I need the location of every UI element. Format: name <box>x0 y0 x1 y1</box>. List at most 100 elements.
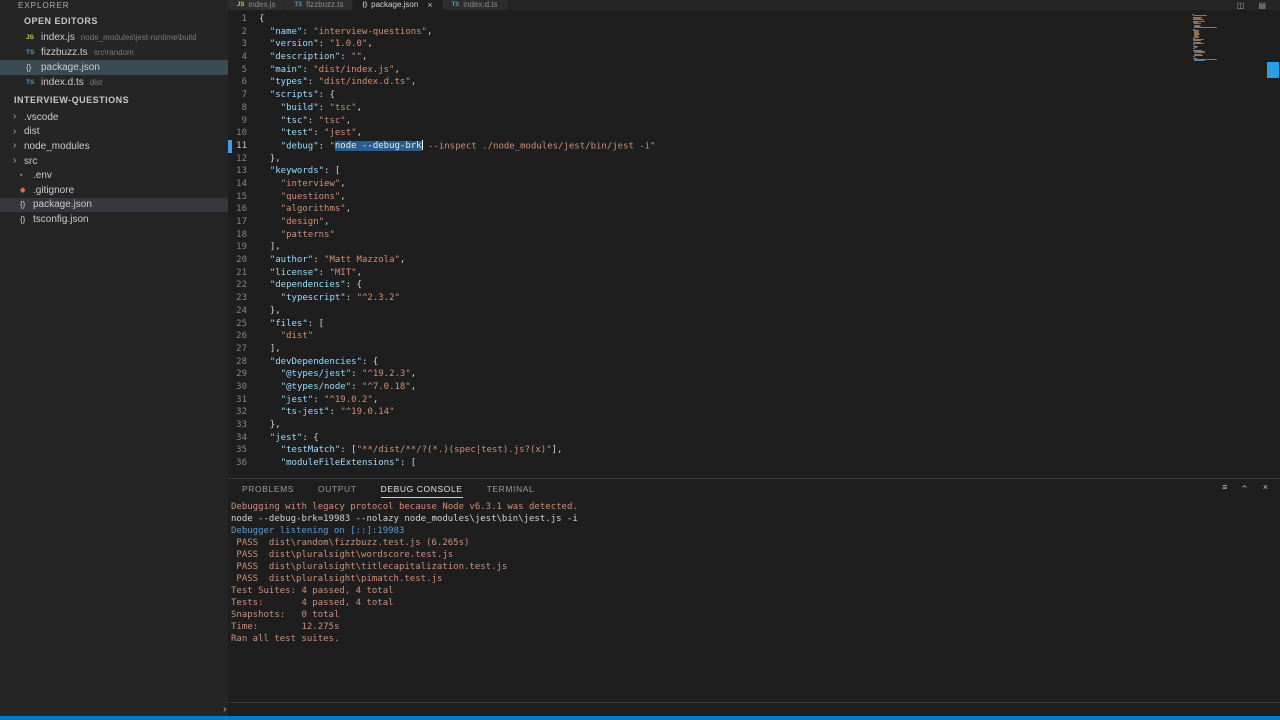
code-text: "author": "Matt Mazzola", <box>269 255 406 266</box>
code-text: "name": "interview-questions", <box>269 26 433 37</box>
file-name: fizzbuzz.ts <box>41 47 88 58</box>
code-line: 13 "keywords": [ <box>228 165 1280 178</box>
close-panel-icon[interactable]: × <box>1263 482 1268 492</box>
code-text: }, <box>259 305 281 316</box>
editor-tabbar: JS index.js TS fizzbuzz.ts {} package.json × TS… <box>228 0 1280 10</box>
toggle-layout-icon[interactable]: ▤ <box>1258 1 1266 10</box>
code-line: 8 "build": "tsc", <box>228 102 1280 115</box>
console-line: PASS dist\pluralsight\titlecapitalizatio… <box>231 562 508 572</box>
code-text: "version": "1.0.0", <box>269 39 373 50</box>
open-editor-item[interactable]: {} package.json <box>0 60 228 75</box>
code-text: "jest": { <box>269 432 319 443</box>
tree-item-dist[interactable]: › dist <box>0 125 228 140</box>
code-line: 15 "questions", <box>228 191 1280 204</box>
line-number: 9 <box>241 115 247 126</box>
tree-item-.gitignore[interactable]: ◆ .gitignore <box>0 183 228 198</box>
line-number: 6 <box>241 77 247 88</box>
code-text: ], <box>259 242 281 253</box>
tab-fizzbuzz.ts[interactable]: TS fizzbuzz.ts <box>285 0 354 10</box>
line-number: 27 <box>236 343 247 354</box>
tab-package.json[interactable]: {} package.json × <box>353 0 443 10</box>
panel-tab-terminal[interactable]: TERMINAL <box>487 484 535 498</box>
code-text: "types": "dist/index.d.ts", <box>269 77 417 88</box>
line-number: 35 <box>236 445 247 456</box>
file-path: src\random <box>93 48 134 57</box>
bottom-panel: PROBLEMS OUTPUT DEBUG CONSOLE TERMINAL ≡ › … <box>228 478 1280 702</box>
line-number: 7 <box>241 90 247 101</box>
code-line: 18 "patterns" <box>228 229 1280 242</box>
project-header[interactable]: INTERVIEW-QUESTIONS <box>0 93 228 107</box>
code-line: 20 "author": "Matt Mazzola", <box>228 254 1280 267</box>
line-number: 17 <box>236 217 247 227</box>
item-name: node_modules <box>24 140 90 152</box>
ts-file-icon: TS <box>294 2 303 8</box>
json-file-icon: {} <box>26 63 32 72</box>
clear-console-icon[interactable]: ≡ <box>1222 482 1227 492</box>
item-name: .vscode <box>24 111 59 123</box>
explorer-sidebar: EXPLORER OPEN EDITORS JS index.js node_mod… <box>0 0 228 716</box>
code-line: 3 "version": "1.0.0", <box>228 38 1280 51</box>
item-name: .gitignore <box>33 184 75 196</box>
js-file-icon: JS <box>237 2 245 8</box>
minimap[interactable] <box>1192 14 1218 78</box>
tree-item-node_modules[interactable]: › node_modules <box>0 139 228 154</box>
open-editors-header[interactable]: OPEN EDITORS <box>0 14 228 28</box>
line-number: 19 <box>236 242 247 253</box>
tab-label: package.json <box>371 0 419 9</box>
tree-item-tsconfig.json[interactable]: {} tsconfig.json <box>0 212 228 227</box>
tab-index.d.ts[interactable]: TS index.d.ts <box>442 0 508 10</box>
console-line: Tests: 4 passed, 4 total <box>231 598 394 608</box>
console-line: Snapshots: 0 total <box>231 610 340 620</box>
open-editor-item[interactable]: JS index.js node_modules\jest-runtime\buil… <box>0 30 228 45</box>
code-line: 17 "design", <box>228 216 1280 229</box>
chevron-up-icon[interactable]: › <box>1240 485 1251 488</box>
line-number: 36 <box>236 458 247 469</box>
line-number: 23 <box>236 293 247 304</box>
line-number: 28 <box>236 356 247 367</box>
tab-index.js[interactable]: JS index.js <box>228 0 286 10</box>
file-name: package.json <box>41 62 100 73</box>
split-editor-icon[interactable]: ◫ <box>1237 1 1245 10</box>
minimap-line <box>1194 43 1204 45</box>
tree-item-package.json[interactable]: {} package.json <box>0 197 228 213</box>
status-bar[interactable] <box>0 716 1280 720</box>
line-number: 12 <box>236 153 247 164</box>
code-line: 29 "@types/jest": "^19.2.3", <box>228 368 1280 381</box>
console-line: Time: 12.275s <box>231 622 340 632</box>
open-editor-item[interactable]: TS index.d.ts dist <box>0 75 228 90</box>
debug-console-input[interactable]: › <box>223 702 1280 716</box>
code-text: "interview", <box>280 178 346 189</box>
item-name: tsconfig.json <box>33 213 89 225</box>
chevron-right-icon: › <box>13 155 17 167</box>
file-path: node_modules\jest-runtime\build <box>80 33 197 42</box>
line-number: 33 <box>236 420 247 430</box>
chevron-right-icon: › <box>13 125 17 137</box>
file-tree: › .vscode › dist › node_modules › src ▪ .env ◆ .git… <box>0 110 228 227</box>
panel-tabs: PROBLEMS OUTPUT DEBUG CONSOLE TERMINAL <box>230 484 546 498</box>
tree-item-src[interactable]: › src <box>0 154 228 169</box>
panel-tab-problems[interactable]: PROBLEMS <box>242 484 294 498</box>
code-line: 32 "ts-jest": "^19.0.14" <box>228 406 1280 419</box>
code-line: 24 }, <box>228 305 1280 318</box>
console-line: node --debug-brk=19983 --nolazy node_mod… <box>231 514 578 524</box>
code-editor[interactable]: 1{2 "name": "interview-questions", 3 "ver… <box>228 10 1280 478</box>
code-text: "test": "jest", <box>280 128 362 139</box>
panel-tab-debug-console[interactable]: DEBUG CONSOLE <box>380 484 463 498</box>
tree-item-.vscode[interactable]: › .vscode <box>0 110 228 125</box>
json-file-icon: {} <box>362 2 368 8</box>
panel-header: PROBLEMS OUTPUT DEBUG CONSOLE TERMINAL ≡ › … <box>228 479 1280 498</box>
code-text: "dependencies": { <box>269 280 362 291</box>
open-editor-item[interactable]: TS fizzbuzz.ts src\random <box>0 45 228 60</box>
close-tab-icon[interactable]: × <box>427 1 432 10</box>
code-text: "@types/node": "^7.0.18", <box>280 381 417 392</box>
code-line: 25 "files": [ <box>228 318 1280 331</box>
code-line: 6 "types": "dist/index.d.ts", <box>228 76 1280 89</box>
panel-tab-output[interactable]: OUTPUT <box>318 484 357 498</box>
tree-item-.env[interactable]: ▪ .env <box>0 168 228 183</box>
line-number: 4 <box>241 52 247 63</box>
ts-file-icon: TS <box>26 79 35 86</box>
line-number: 32 <box>236 407 247 418</box>
line-number: 26 <box>236 331 247 342</box>
json-file-icon: {} <box>20 200 26 210</box>
code-line: 22 "dependencies": { <box>228 279 1280 292</box>
